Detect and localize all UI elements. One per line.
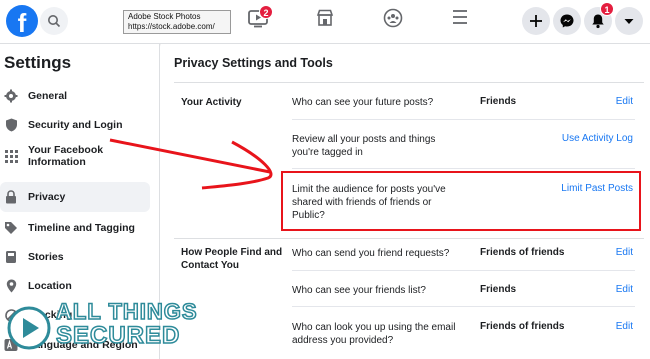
play-shield-icon xyxy=(7,306,51,350)
watermark-line-2: SECURED xyxy=(55,321,181,350)
watermark-logo: ALL THINGS SECURED xyxy=(4,298,204,358)
